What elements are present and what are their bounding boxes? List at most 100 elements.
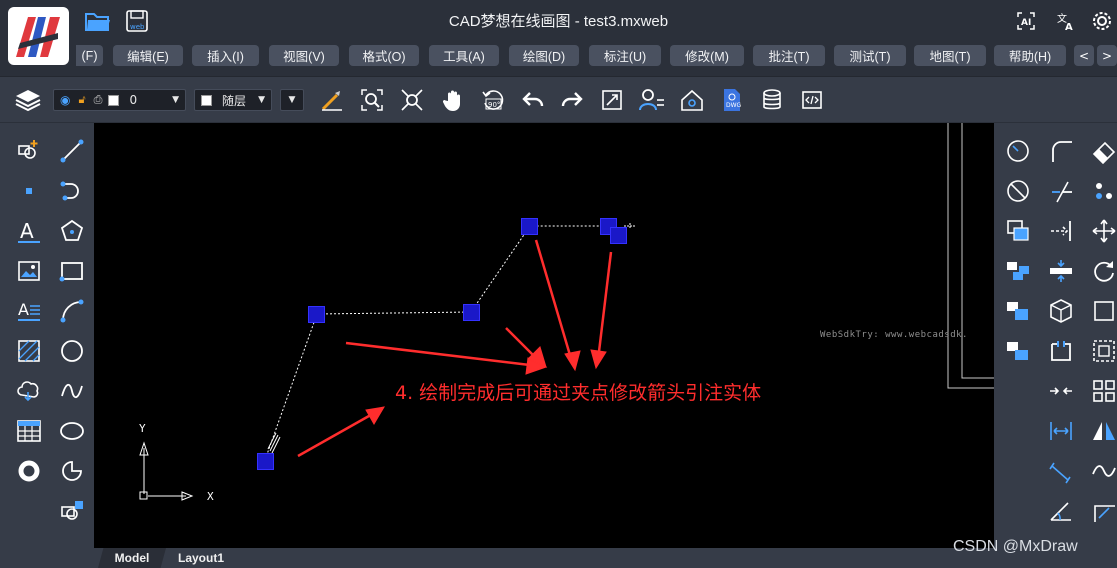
mirror-icon[interactable] (1090, 417, 1117, 445)
polygon-icon[interactable] (58, 217, 86, 245)
grip-point[interactable] (610, 227, 627, 244)
drawing-canvas[interactable]: 4. 绘制完成后可通过夹点修改箭头引注实体 WebSdkTry: www.web… (94, 123, 994, 548)
redo-icon[interactable] (557, 85, 587, 115)
zoom-extents-icon[interactable] (397, 85, 427, 115)
stretch-icon[interactable] (1047, 257, 1075, 285)
menu-edit[interactable]: 编辑(E) (113, 45, 183, 66)
leader-icon[interactable] (1090, 497, 1117, 525)
menu-dimension[interactable]: 标注(U) (589, 45, 661, 66)
donut-icon[interactable] (15, 457, 43, 485)
lineweight-dropdown[interactable]: ▼ (280, 89, 304, 111)
fullscreen-icon[interactable] (597, 85, 627, 115)
join-icon[interactable] (1047, 377, 1075, 405)
home-settings-icon[interactable] (677, 85, 707, 115)
ellipse-icon[interactable] (58, 417, 86, 445)
tab-layout1[interactable]: Layout1 (166, 548, 236, 568)
select-icon[interactable] (1090, 297, 1117, 325)
layer-icon[interactable] (1004, 297, 1032, 325)
linetype-color-swatch (201, 94, 212, 106)
array-icon[interactable] (1004, 257, 1032, 285)
settings-gear-icon[interactable] (1088, 8, 1116, 34)
circle-tool-icon[interactable] (1004, 137, 1032, 165)
menu-next-button[interactable]: > (1097, 45, 1117, 66)
rotate-icon[interactable] (1090, 257, 1117, 285)
undo-icon[interactable] (518, 85, 548, 115)
mtext-icon[interactable]: A (15, 297, 43, 325)
grip-point[interactable] (308, 306, 325, 323)
circle-icon[interactable] (58, 337, 86, 365)
trim-icon[interactable] (1047, 177, 1075, 205)
grip-point[interactable] (257, 453, 274, 470)
explode-icon[interactable] (1004, 337, 1032, 365)
table-icon[interactable] (15, 417, 43, 445)
linetype-label: 随层 (222, 93, 247, 108)
tab-model[interactable]: Model (98, 548, 166, 568)
menu-prev-button[interactable]: < (1074, 45, 1094, 66)
eye-icon[interactable]: ◉ (60, 93, 70, 107)
no-entry-icon[interactable] (1004, 177, 1032, 205)
layer-color-swatch (108, 94, 120, 106)
frame-icon[interactable] (1090, 337, 1117, 365)
print-icon[interactable]: ⎙ (94, 93, 103, 107)
insert-block-icon[interactable] (15, 137, 43, 165)
arc-icon[interactable] (58, 297, 86, 325)
pan-hand-icon[interactable] (438, 85, 468, 115)
user-list-icon[interactable] (637, 85, 667, 115)
menu-file[interactable]: (F) (76, 45, 103, 66)
layers-icon[interactable] (13, 85, 43, 115)
spline-icon[interactable] (58, 377, 86, 405)
wave-icon[interactable] (1090, 457, 1117, 485)
rotate-90-icon[interactable]: 90° (478, 85, 508, 115)
polyline-arc-icon[interactable] (58, 177, 86, 205)
point-group-icon[interactable] (1090, 177, 1117, 205)
box-3d-icon[interactable] (1047, 297, 1075, 325)
menu-annotate[interactable]: 批注(T) (753, 45, 825, 66)
menu-insert[interactable]: 插入(I) (192, 45, 259, 66)
angle-icon[interactable] (1047, 497, 1075, 525)
menu-format[interactable]: 格式(O) (349, 45, 419, 66)
erase-icon[interactable] (1090, 137, 1117, 165)
menu-view[interactable]: 视图(V) (269, 45, 339, 66)
block-edit-icon[interactable] (58, 497, 86, 525)
layout-tabs: Model Layout1 (94, 548, 994, 568)
move-icon[interactable] (1090, 217, 1117, 245)
database-icon[interactable] (757, 85, 787, 115)
dim-aligned-icon[interactable] (1047, 457, 1075, 485)
dwg-file-icon[interactable]: DWG (717, 85, 747, 115)
menu-test[interactable]: 测试(T) (834, 45, 906, 66)
menu-help[interactable]: 帮助(H) (994, 45, 1066, 66)
ellipse-arc-icon[interactable] (58, 457, 86, 485)
translate-icon[interactable]: 文A (1052, 8, 1080, 34)
image-icon[interactable] (15, 257, 43, 285)
linetype-selector[interactable]: 随层 ▼ (194, 89, 272, 111)
svg-text:AI: AI (1021, 18, 1031, 28)
ai-icon[interactable]: AI (1012, 8, 1040, 34)
watermark: CSDN @MxDraw (953, 538, 1078, 555)
grip-point[interactable] (521, 218, 538, 235)
chevron-down-icon: ▼ (172, 95, 179, 105)
svg-text:A: A (1065, 22, 1073, 31)
layer-selector[interactable]: ◉ 🔓︎ ⎙ 0 ▼ (53, 89, 186, 111)
menu-modify[interactable]: 修改(M) (670, 45, 744, 66)
text-icon[interactable]: A (15, 217, 43, 245)
grid-icon[interactable] (1090, 377, 1117, 405)
grip-point[interactable] (463, 304, 480, 321)
point-icon[interactable] (15, 177, 43, 205)
match-properties-icon[interactable] (317, 85, 347, 115)
line-icon[interactable] (58, 137, 86, 165)
extend-icon[interactable] (1047, 217, 1075, 245)
fillet-icon[interactable] (1047, 137, 1075, 165)
rectangle-icon[interactable] (58, 257, 86, 285)
dimension-icon[interactable] (1047, 417, 1075, 445)
svg-text:DWG: DWG (726, 102, 742, 109)
hatch-icon[interactable] (15, 337, 43, 365)
code-editor-icon[interactable] (797, 85, 827, 115)
lock-icon[interactable]: 🔓︎ (78, 93, 85, 107)
menu-map[interactable]: 地图(T) (914, 45, 986, 66)
menu-tools[interactable]: 工具(A) (429, 45, 499, 66)
break-icon[interactable] (1047, 337, 1075, 365)
revision-cloud-icon[interactable] (15, 377, 43, 405)
zoom-window-icon[interactable] (357, 85, 387, 115)
menu-draw[interactable]: 绘图(D) (509, 45, 579, 66)
copy-icon[interactable] (1004, 217, 1032, 245)
